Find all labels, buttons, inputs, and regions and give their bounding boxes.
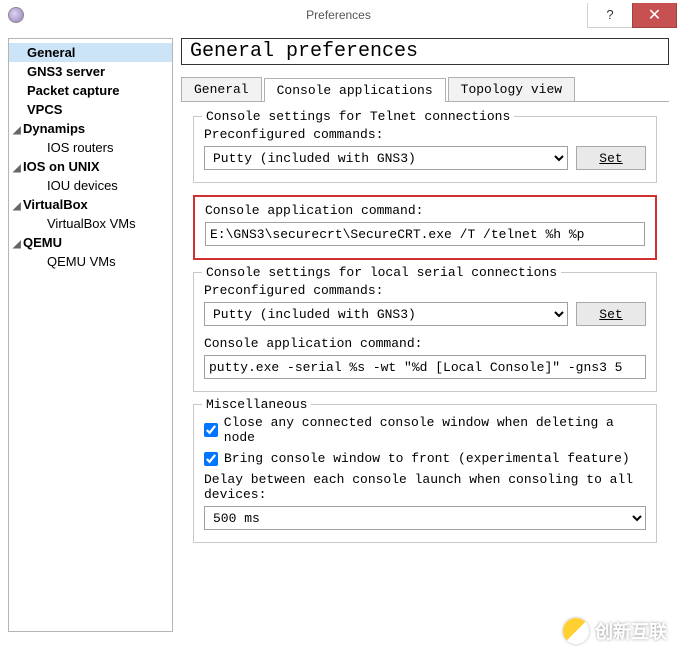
app-icon [8,7,24,23]
close-on-delete-label: Close any connected console window when … [224,415,646,445]
bring-front-input[interactable] [204,452,218,466]
tree-expand-icon[interactable]: ◢ [13,201,23,212]
serial-preconfig-label: Preconfigured commands: [204,283,646,298]
tree-item-label: QEMU [23,235,62,250]
tree-item-qemu-vms[interactable]: QEMU VMs [9,252,172,271]
tree-item-label: VirtualBox VMs [47,216,136,231]
watermark-logo [563,618,589,644]
tree-expand-icon[interactable]: ◢ [13,239,23,250]
serial-group-label: Console settings for local serial connec… [202,265,561,280]
tree-item-label: VPCS [27,102,62,117]
tree-item-label: IOS on UNIX [23,159,100,174]
bring-front-label: Bring console window to front (experimen… [224,451,630,466]
tab-row: GeneralConsole applicationsTopology view [181,77,669,102]
tab-general[interactable]: General [181,77,262,101]
watermark: 创新互联 [563,618,667,644]
page-title: General preferences [181,38,669,65]
watermark-text: 创新互联 [595,618,667,644]
help-button[interactable]: ? [587,3,632,28]
window-title: Preferences [306,8,371,22]
close-on-delete-checkbox[interactable]: Close any connected console window when … [204,415,646,445]
delay-label: Delay between each console launch when c… [204,472,646,502]
serial-preconfig-select[interactable]: Putty (included with GNS3) [204,302,568,326]
tree-expand-icon[interactable]: ◢ [13,125,23,136]
tree-expand-icon[interactable]: ◢ [13,163,23,174]
telnet-preconfig-select[interactable]: Putty (included with GNS3) [204,146,568,170]
window-titlebar: Preferences ? ✕ [0,0,677,30]
serial-set-button[interactable]: Set [576,302,646,326]
tree-item-vpcs[interactable]: VPCS [9,100,172,119]
telnet-group-label: Console settings for Telnet connections [202,109,514,124]
tree-item-label: QEMU VMs [47,254,116,269]
bring-front-checkbox[interactable]: Bring console window to front (experimen… [204,451,646,466]
tab-topology-view[interactable]: Topology view [448,77,575,101]
serial-group: Console settings for local serial connec… [193,272,657,392]
telnet-command-label: Console application command: [205,203,645,218]
telnet-set-button[interactable]: Set [576,146,646,170]
tree-item-dynamips[interactable]: ◢Dynamips [9,119,172,138]
tree-item-label: Dynamips [23,121,85,136]
tree-item-gns3-server[interactable]: GNS3 server [9,62,172,81]
telnet-command-group: Console application command: [193,195,657,260]
tree-item-label: GNS3 server [27,64,105,79]
tree-item-label: General [27,45,75,60]
serial-command-label: Console application command: [204,336,646,351]
tree-item-packet-capture[interactable]: Packet capture [9,81,172,100]
tab-panel: Console settings for Telnet connections … [181,108,669,563]
telnet-group: Console settings for Telnet connections … [193,116,657,183]
serial-command-input[interactable] [204,355,646,379]
telnet-command-input[interactable] [205,222,645,246]
tree-item-general[interactable]: General [9,43,172,62]
tree-item-label: IOU devices [47,178,118,193]
close-button[interactable]: ✕ [632,3,677,28]
content-pane: General preferences GeneralConsole appli… [181,38,669,632]
tree-item-label: Packet capture [27,83,120,98]
tree-item-iou-devices[interactable]: IOU devices [9,176,172,195]
tree-item-ios-routers[interactable]: IOS routers [9,138,172,157]
misc-group-label: Miscellaneous [202,397,311,412]
misc-group: Miscellaneous Close any connected consol… [193,404,657,543]
telnet-preconfig-label: Preconfigured commands: [204,127,646,142]
delay-select[interactable]: 500 ms [204,506,646,530]
tree-item-virtualbox[interactable]: ◢VirtualBox [9,195,172,214]
tree-item-qemu[interactable]: ◢QEMU [9,233,172,252]
close-on-delete-input[interactable] [204,423,218,437]
tree-item-label: VirtualBox [23,197,88,212]
tree-item-virtualbox-vms[interactable]: VirtualBox VMs [9,214,172,233]
tab-console-applications[interactable]: Console applications [264,78,446,102]
nav-tree: GeneralGNS3 serverPacket captureVPCS◢Dyn… [8,38,173,632]
tree-item-label: IOS routers [47,140,113,155]
tree-item-ios-on-unix[interactable]: ◢IOS on UNIX [9,157,172,176]
